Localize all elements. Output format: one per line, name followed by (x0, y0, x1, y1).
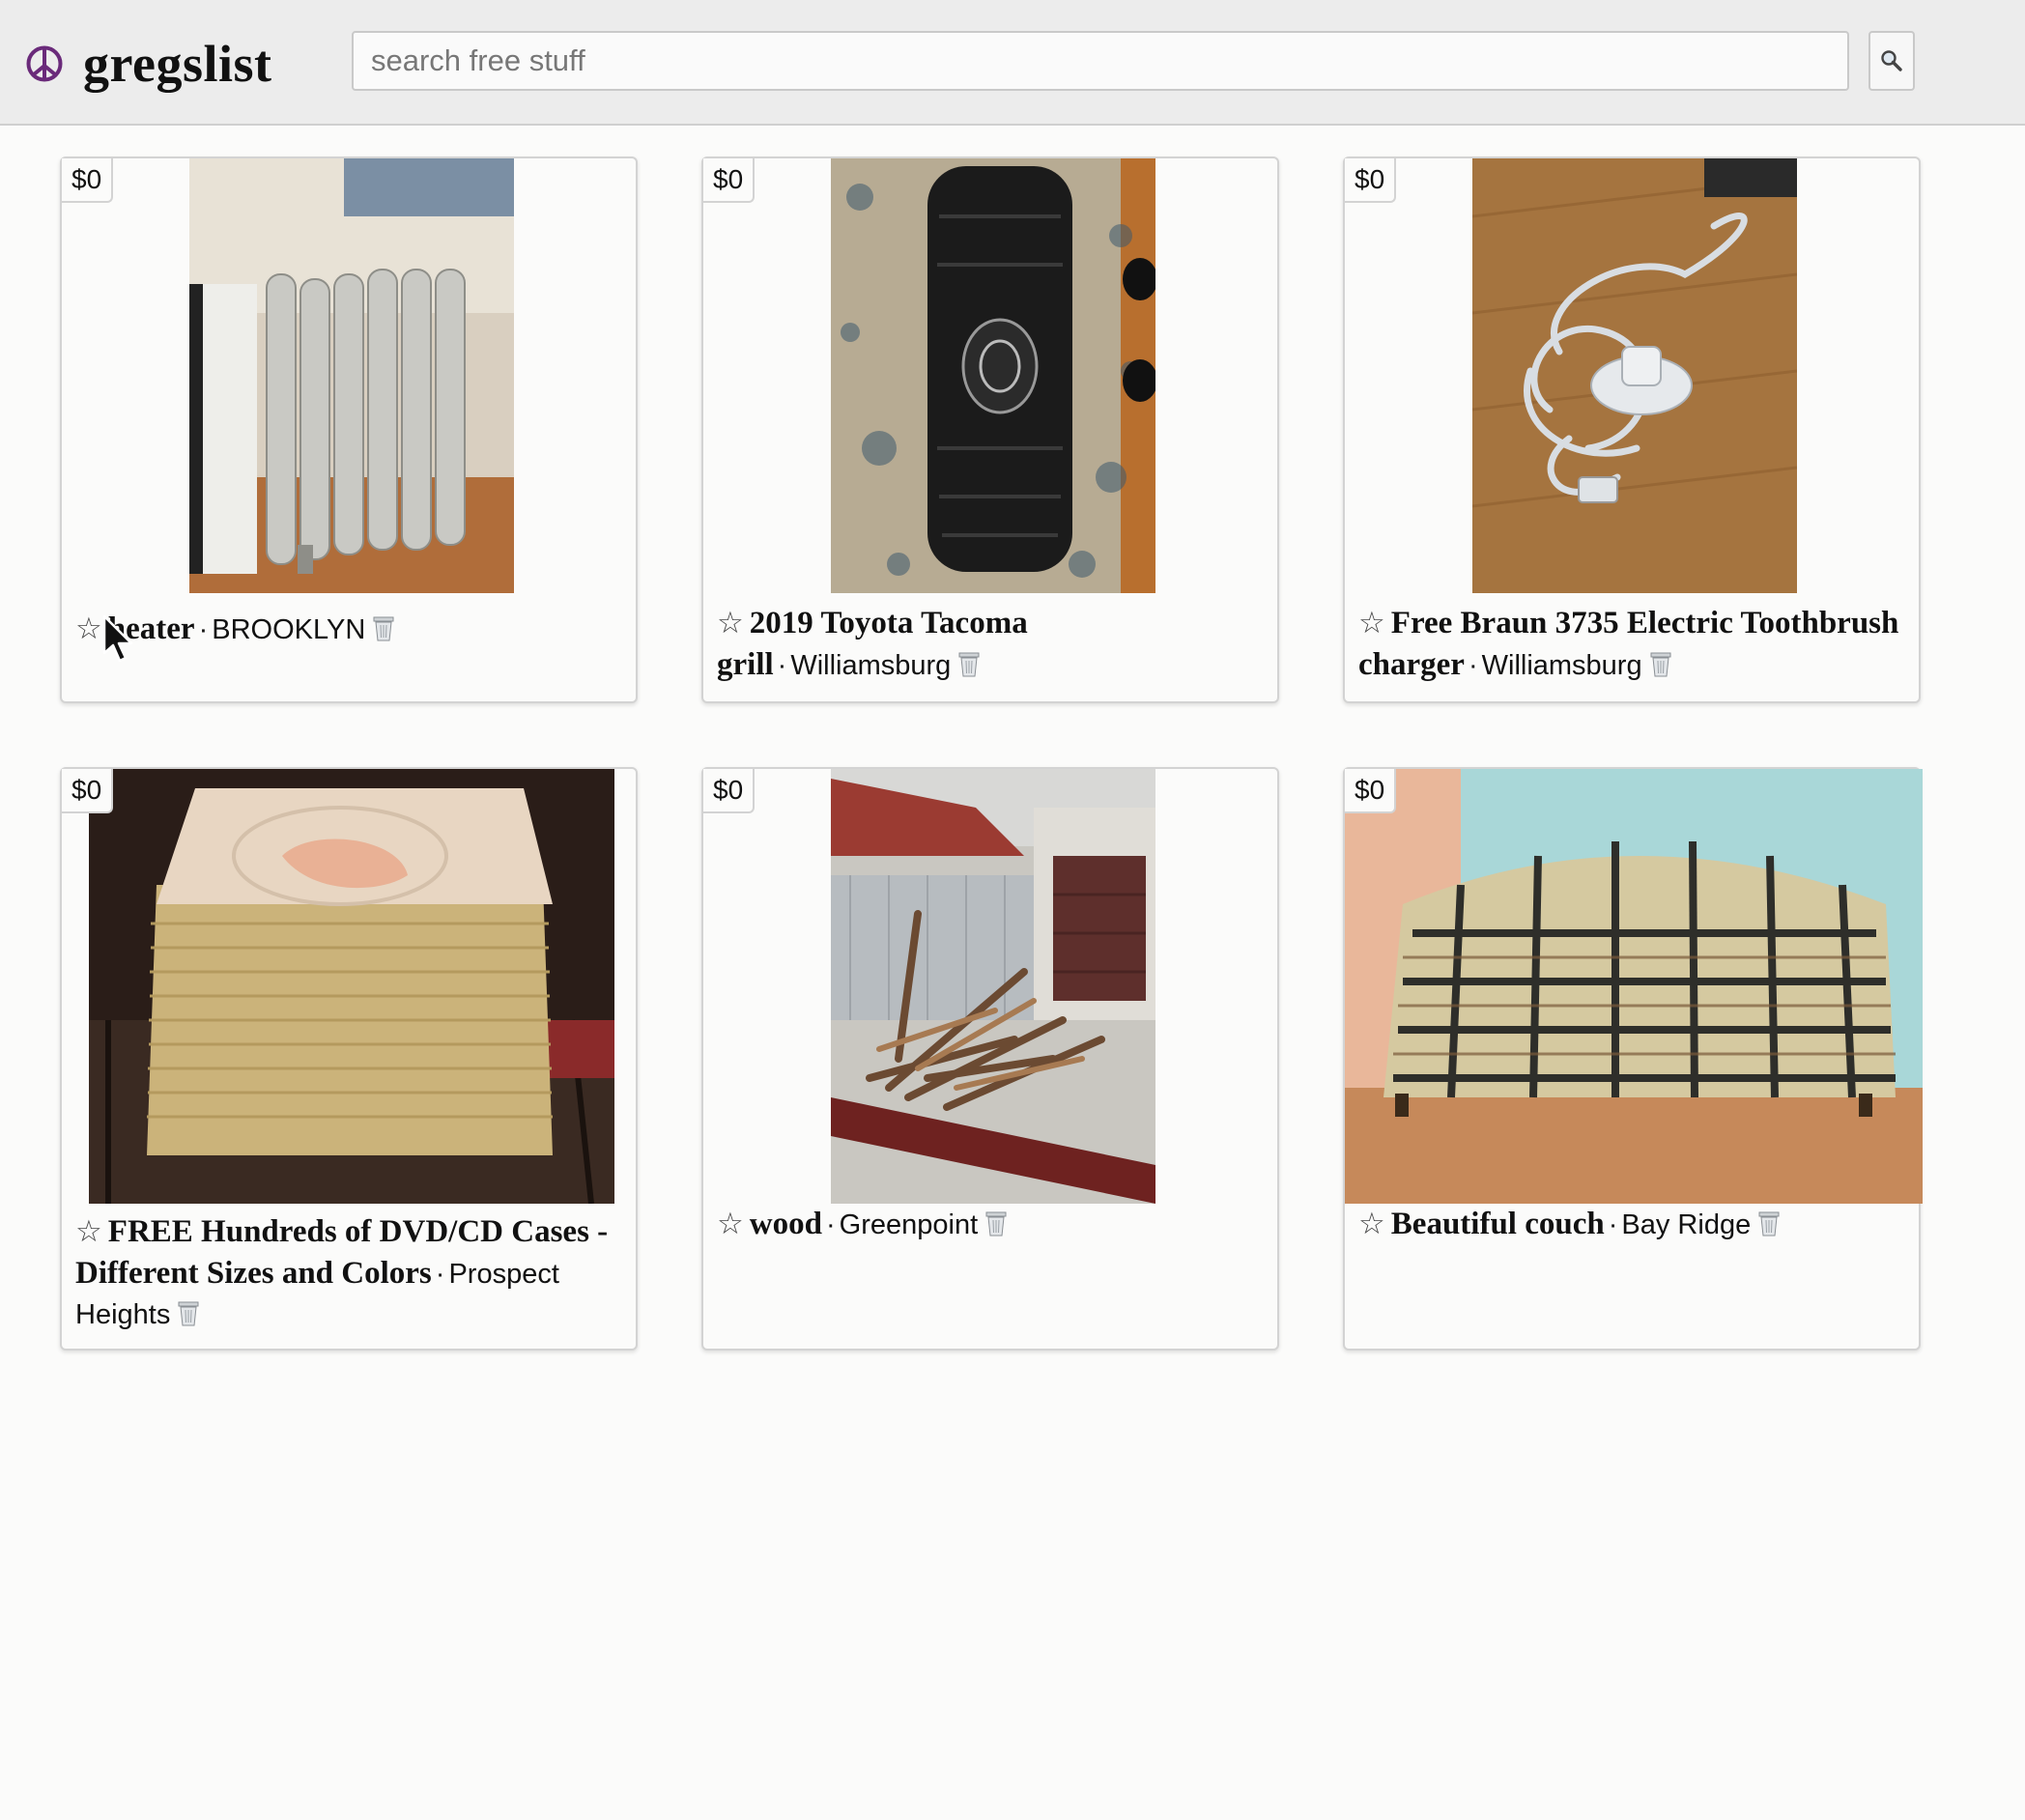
listing-caption: ☆ FREE Hundreds of DVD/CD Cases - Differe… (75, 1211, 622, 1335)
price-badge: $0 (62, 769, 114, 813)
star-outline-icon[interactable]: ☆ (1358, 606, 1385, 640)
search-button[interactable] (1868, 31, 1915, 91)
listing-title[interactable]: Beautiful couch (1391, 1207, 1605, 1241)
listing-caption: ☆ wood · Greenpoint (717, 1204, 1264, 1245)
star-outline-icon[interactable]: ☆ (717, 1207, 744, 1240)
listing-location: Williamsburg (790, 650, 952, 681)
listing-caption: ☆ Beautiful couch · Bay Ridge (1358, 1204, 1905, 1245)
separator: · (1468, 650, 1478, 681)
trash-icon[interactable] (178, 1301, 199, 1326)
mouse-cursor-icon (102, 614, 133, 663)
listing-title[interactable]: wood (750, 1207, 822, 1241)
listing-card[interactable]: $0 ☆ Beautiful couch · Bay Ridge (1343, 767, 1923, 1351)
trash-icon[interactable] (958, 652, 980, 677)
listing-caption: ☆ heater · BROOKLYN (75, 609, 622, 650)
listing-location: Greenpoint (839, 1209, 979, 1240)
listing-photo[interactable] (1345, 769, 1923, 1204)
listing-location: Williamsburg (1481, 650, 1642, 681)
magnifier-icon (1881, 50, 1902, 71)
price-badge: $0 (1345, 158, 1397, 203)
listing-card[interactable]: $0 ☆ wood · Greenpoint (701, 767, 1279, 1351)
separator: · (777, 650, 787, 681)
star-outline-icon[interactable]: ☆ (1358, 1207, 1385, 1240)
price-badge: $0 (703, 769, 756, 813)
listing-caption: ☆ 2019 Toyota Tacoma grill · Williamsburg (717, 603, 1264, 686)
trash-icon[interactable] (985, 1211, 1007, 1237)
listing-card[interactable]: $0 ☆ heater · BROOKLYN (60, 156, 638, 703)
star-outline-icon[interactable]: ☆ (75, 1214, 102, 1248)
brand-logo[interactable]: gregslist (25, 29, 271, 99)
listing-photo[interactable] (1472, 158, 1797, 593)
listing-card[interactable]: $0 ☆ 2019 Toyota Tacoma grill · Williamsbur… (701, 156, 1279, 703)
brand-name: gregslist (83, 35, 272, 93)
peace-icon (26, 45, 63, 82)
search-input[interactable] (352, 31, 1849, 91)
trash-icon[interactable] (1758, 1211, 1780, 1237)
star-outline-icon[interactable]: ☆ (717, 606, 744, 640)
separator: · (435, 1259, 445, 1290)
listing-photo[interactable] (189, 158, 514, 593)
listing-location: BROOKLYN (212, 614, 366, 645)
listing-location: Bay Ridge (1621, 1209, 1752, 1240)
price-badge: $0 (703, 158, 756, 203)
listing-card[interactable]: $0 ☆ FREE Hundreds of DVD/CD Cases - Diff… (60, 767, 638, 1351)
trash-icon[interactable] (1650, 652, 1671, 677)
listing-caption: ☆ Free Braun 3735 Electric Toothbrush cha… (1358, 603, 1905, 686)
listing-photo[interactable] (831, 158, 1155, 593)
top-bar: gregslist (0, 0, 2025, 126)
price-badge: $0 (62, 158, 114, 203)
price-badge: $0 (1345, 769, 1397, 813)
listing-photo[interactable] (831, 769, 1155, 1204)
separator: · (198, 614, 209, 645)
star-outline-icon[interactable]: ☆ (75, 611, 102, 645)
listing-card[interactable]: $0 ☆ Free Braun 3735 Electric Toothbrush … (1343, 156, 1921, 703)
listing-photo[interactable] (89, 769, 614, 1204)
separator: · (1608, 1209, 1618, 1240)
separator: · (825, 1209, 836, 1240)
trash-icon[interactable] (373, 616, 394, 641)
